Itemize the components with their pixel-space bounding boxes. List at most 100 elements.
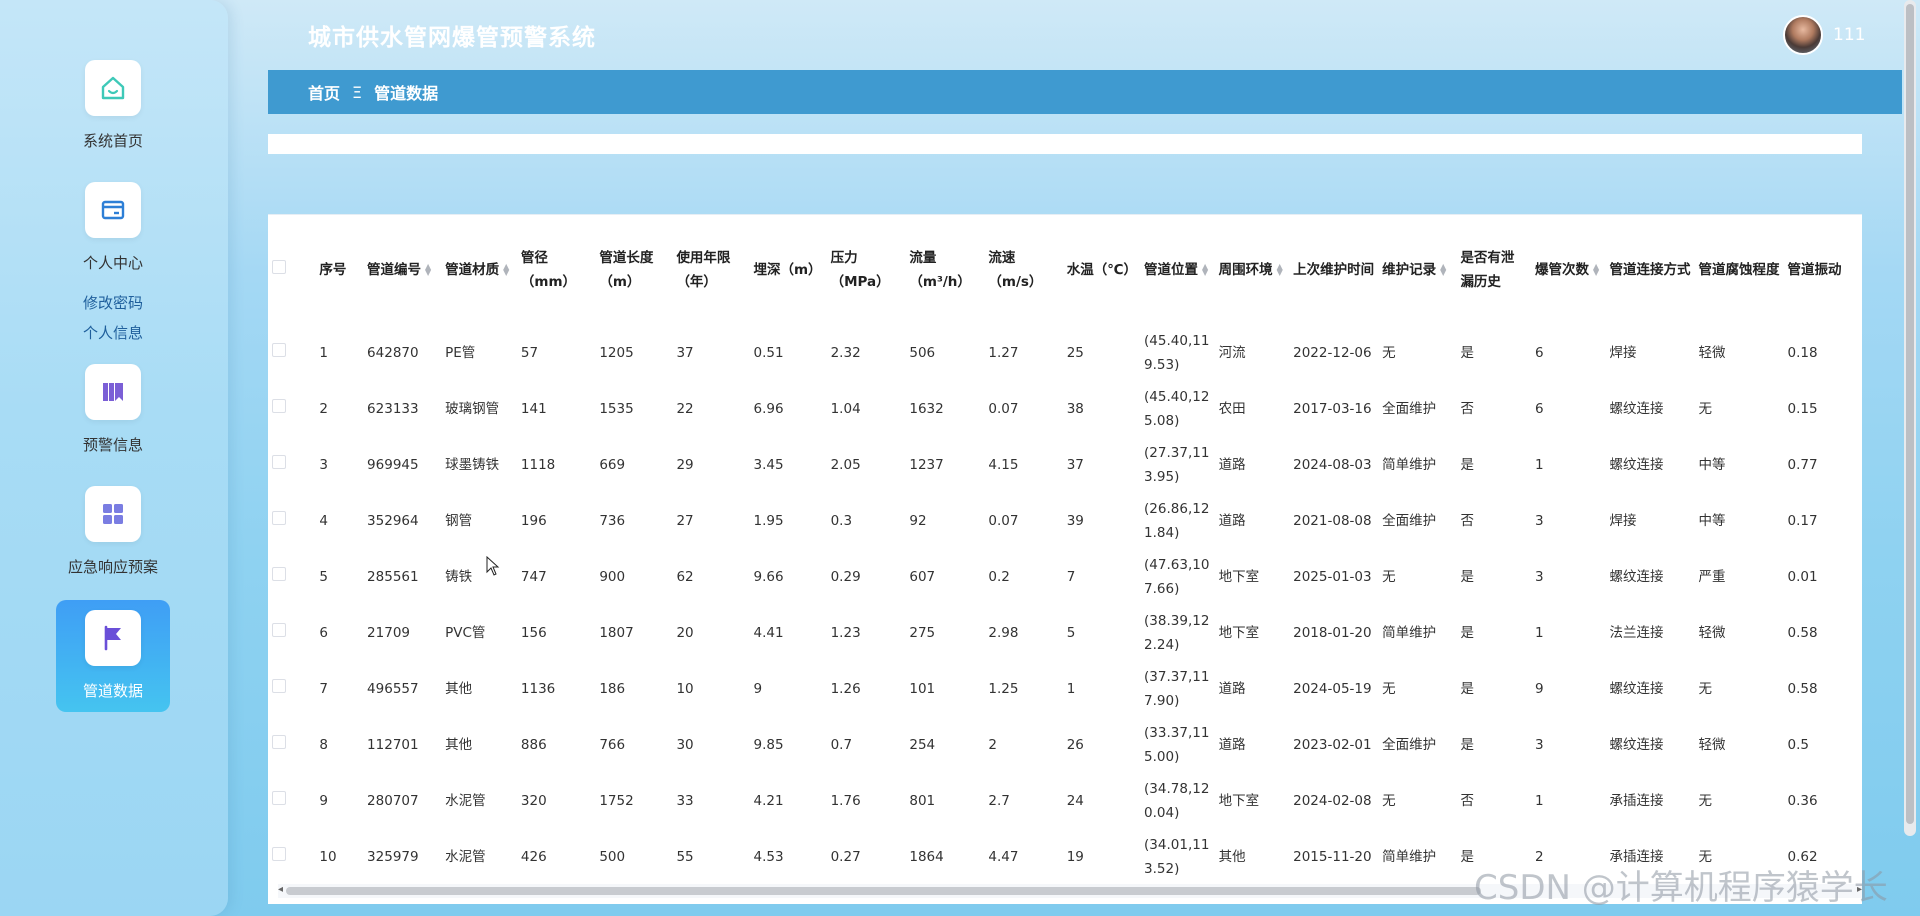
table-cell: 3 — [319, 457, 328, 473]
sort-icon: ▲ ▼ — [1592, 262, 1600, 277]
row-checkbox[interactable] — [272, 567, 286, 581]
mouse-cursor-icon — [486, 555, 500, 580]
table-row[interactable]: 6 21709 PVC管 156 1807 20 4.41 1.23 275 2.98 5 (38.3… — [268, 605, 1862, 661]
table-cell: 其他 — [1218, 849, 1246, 865]
sidebar-subitem-personal-info[interactable]: 个人信息 — [56, 322, 170, 343]
table-cell: 2022-12-06 — [1293, 345, 1372, 361]
table-cell: 是 — [1460, 625, 1474, 641]
table-cell: 6.96 — [753, 401, 784, 417]
table-cell: 焊接 — [1609, 513, 1637, 529]
table-cell: 4.21 — [753, 793, 784, 809]
sidebar: 系统首页 个人中心 修改密码 个人信息 预警信息 应急响应预案 管道数据 — [0, 0, 228, 916]
pipe-data-table: 序号 管道编号 ▲ ▼ 管道材质 ▲ ▼ 管径（mm） 管道长度（m） 使用年限（年） … — [268, 215, 1862, 885]
table-cell: 10 — [676, 681, 694, 697]
row-checkbox[interactable] — [272, 735, 286, 749]
scroll-left-icon[interactable]: ◂ — [278, 884, 283, 895]
table-cell: 全面维护 — [1382, 401, 1437, 417]
column-header: 管道长度（m） — [599, 250, 654, 290]
vertical-scrollbar[interactable] — [1904, 0, 1916, 836]
table-cell: 352964 — [367, 513, 419, 529]
table-cell: 简单维护 — [1382, 457, 1437, 473]
table-cell: 3.45 — [753, 457, 784, 473]
table-cell: 1807 — [599, 625, 634, 641]
column-header[interactable]: 维护记录 ▲ ▼ — [1378, 215, 1456, 325]
table-cell: 0.17 — [1787, 513, 1818, 529]
row-checkbox[interactable] — [272, 791, 286, 805]
table-cell: 8 — [319, 737, 328, 753]
table-cell: 4 — [319, 513, 328, 529]
row-checkbox[interactable] — [272, 455, 286, 469]
column-header[interactable]: 管道位置 ▲ ▼ — [1140, 215, 1215, 325]
table-cell: 2024-08-03 — [1293, 457, 1372, 473]
row-checkbox[interactable] — [272, 623, 286, 637]
table-cell: (38.39,122.24) — [1144, 613, 1210, 653]
sort-icon: ▲ ▼ — [1276, 262, 1283, 277]
table-cell: 地下室 — [1218, 793, 1260, 809]
column-header: 序号 — [319, 262, 347, 278]
table-cell: 30 — [676, 737, 694, 753]
table-cell: 669 — [599, 457, 626, 473]
sidebar-item-home[interactable]: 系统首页 — [56, 60, 170, 151]
user-menu[interactable]: 111 — [1783, 14, 1865, 56]
select-all-checkbox[interactable] — [272, 260, 286, 274]
column-header: 流量（m³/h） — [909, 250, 971, 290]
avatar[interactable] — [1783, 15, 1823, 55]
sidebar-item-label: 应急响应预案 — [67, 558, 158, 576]
table-cell: 是 — [1460, 345, 1474, 361]
table-cell: 33 — [676, 793, 694, 809]
row-checkbox[interactable] — [272, 511, 286, 525]
sidebar-item-personal-center[interactable]: 个人中心 — [56, 182, 170, 273]
table-cell: 1864 — [909, 849, 944, 865]
table-row[interactable]: 3 969945 球墨铸铁 1118 669 29 3.45 2.05 1237 4.15 37 (2… — [268, 437, 1862, 493]
table-cell: 0.36 — [1787, 793, 1818, 809]
row-checkbox[interactable] — [272, 399, 286, 413]
table-row[interactable]: 9 280707 水泥管 320 1752 33 4.21 1.76 801 2.7 24 (34.7… — [268, 773, 1862, 829]
table-row[interactable]: 5 285561 铸铁 747 900 62 9.66 0.29 607 0.2 7 (47.63,1… — [268, 549, 1862, 605]
breadcrumb-home[interactable]: 首页 — [308, 80, 340, 104]
table-cell: 螺纹连接 — [1609, 681, 1664, 697]
table-cell: 无 — [1698, 681, 1713, 697]
column-header: 上次维护时间 — [1293, 262, 1375, 278]
table-cell: 铸铁 — [445, 569, 473, 585]
horizontal-scroll-thumb[interactable] — [286, 887, 1481, 895]
table-cell: 2024-05-19 — [1293, 681, 1372, 697]
table-cell: 7 — [319, 681, 328, 697]
row-checkbox[interactable] — [272, 679, 286, 693]
table-row[interactable]: 8 112701 其他 886 766 30 9.85 0.7 254 2 26 (33.37,115… — [268, 717, 1862, 773]
table-cell: 506 — [909, 345, 936, 361]
column-header[interactable]: 管道编号 ▲ ▼ — [363, 215, 441, 325]
vertical-scroll-thumb[interactable] — [1906, 4, 1914, 824]
sidebar-subitem-change-password[interactable]: 修改密码 — [56, 292, 170, 313]
row-checkbox-cell — [268, 829, 315, 885]
table-cell: PVC管 — [445, 625, 486, 641]
table-cell: 道路 — [1218, 513, 1246, 529]
column-header: 流速（m/s） — [988, 250, 1043, 290]
table-row[interactable]: 4 352964 钢管 196 736 27 1.95 0.3 92 0.07 39 (26.86,1… — [268, 493, 1862, 549]
table-cell: 26 — [1066, 737, 1084, 753]
row-checkbox[interactable] — [272, 343, 286, 357]
table-cell: 否 — [1460, 401, 1474, 417]
column-header[interactable]: 管道材质 ▲ ▼ — [441, 215, 517, 325]
sidebar-item-warnings[interactable]: 预警信息 — [56, 364, 170, 455]
table-cell: 0.2 — [988, 569, 1010, 585]
table-cell: 道路 — [1218, 681, 1246, 697]
sidebar-item-emergency-plan[interactable]: 应急响应预案 — [56, 486, 170, 577]
table-cell: 22 — [676, 401, 694, 417]
table-cell: 玻璃钢管 — [445, 401, 500, 417]
table-cell: 92 — [909, 513, 927, 529]
table-row[interactable]: 2 623133 玻璃钢管 141 1535 22 6.96 1.04 1632 0.07 38 (4… — [268, 381, 1862, 437]
row-checkbox[interactable] — [272, 847, 286, 861]
table-cell: 496557 — [367, 681, 419, 697]
sidebar-item-label: 预警信息 — [82, 436, 143, 454]
table-cell: 水泥管 — [445, 793, 486, 809]
column-header[interactable]: 周围环境 ▲ ▼ — [1215, 215, 1290, 325]
table-row[interactable]: 1 642870 PE管 57 1205 37 0.51 2.32 506 1.27 25 (45.4… — [268, 325, 1862, 381]
column-header[interactable]: 爆管次数 ▲ ▼ — [1531, 215, 1606, 325]
sidebar-item-pipe-data[interactable]: 管道数据 — [56, 600, 170, 712]
table-cell: 6 — [1534, 401, 1544, 417]
table-cell: (34.01,113.52) — [1144, 837, 1210, 877]
table-row[interactable]: 7 496557 其他 1136 186 10 9 1.26 101 1.25 1 (37.37,11… — [268, 661, 1862, 717]
table-cell: 0.58 — [1787, 681, 1818, 697]
table-cell: 1.26 — [830, 681, 861, 697]
table-cell: 320 — [520, 793, 547, 809]
